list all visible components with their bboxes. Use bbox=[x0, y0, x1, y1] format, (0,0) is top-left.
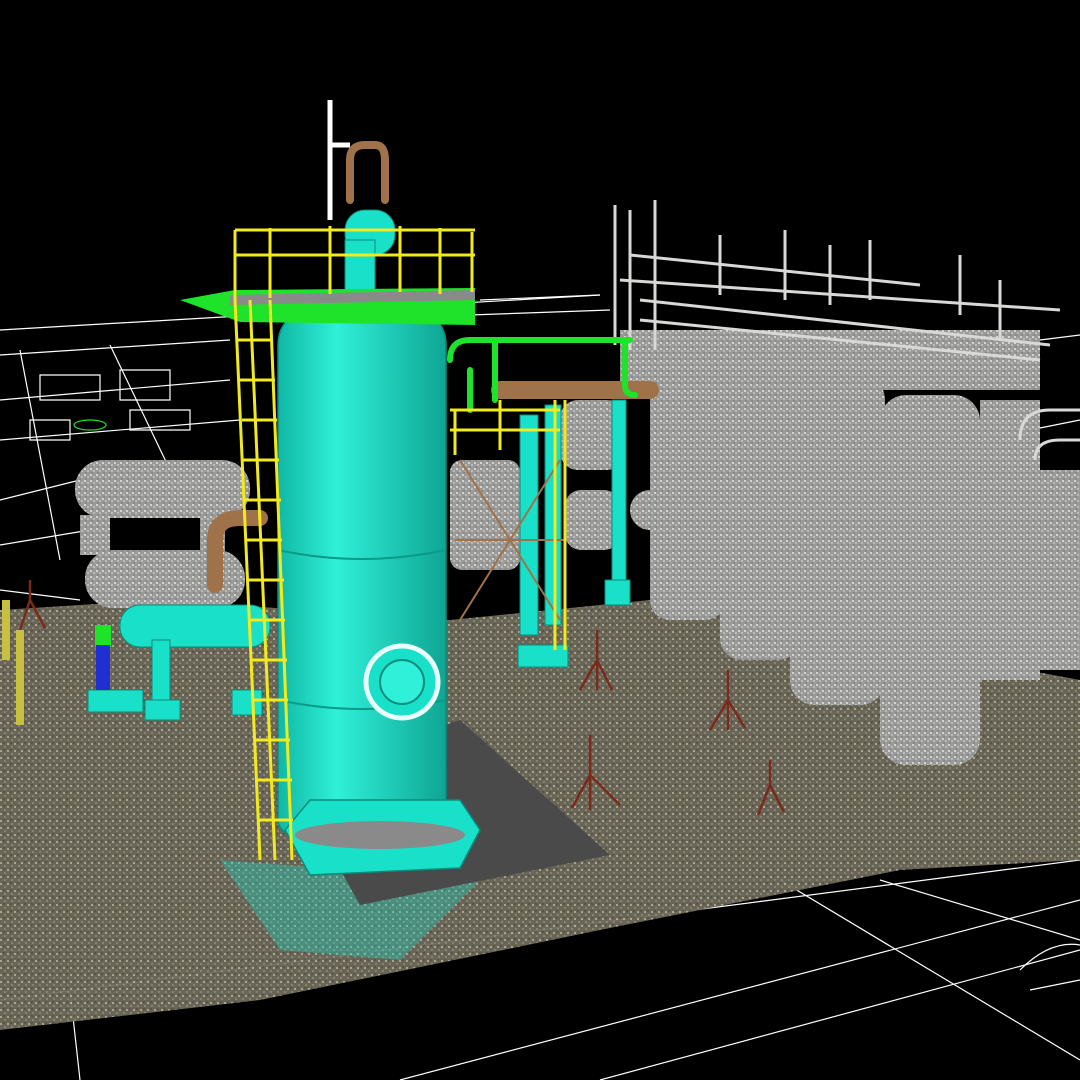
green-pipes bbox=[447, 337, 638, 413]
scanned-worker-figure bbox=[95, 625, 111, 690]
3d-viewport[interactable] bbox=[0, 0, 1080, 1080]
top-platform-with-railing bbox=[180, 226, 475, 325]
vessel-manway bbox=[363, 643, 441, 721]
scene-canvas[interactable] bbox=[0, 0, 1080, 1080]
